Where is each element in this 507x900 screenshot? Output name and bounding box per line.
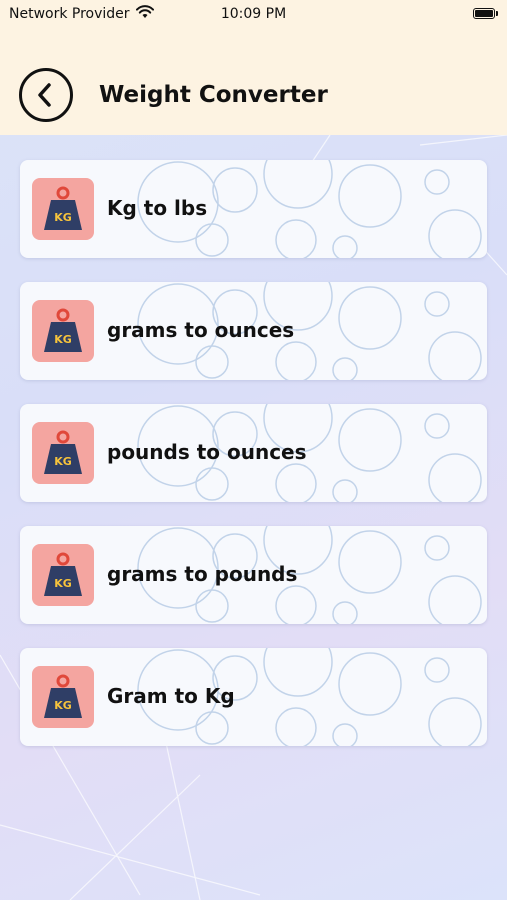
weight-tile: KG: [32, 666, 94, 728]
app-header: Weight Converter: [0, 30, 507, 135]
converter-item-gram-to-kg[interactable]: KG Gram to Kg: [20, 648, 487, 746]
page-title: Weight Converter: [99, 82, 328, 108]
kg-icon-text: KG: [54, 699, 72, 712]
kg-icon-text: KG: [54, 577, 72, 590]
status-time: 10:09 PM: [220, 6, 287, 22]
battery-icon: [473, 8, 495, 19]
kg-icon-text: KG: [54, 211, 72, 224]
converter-item-grams-to-pounds[interactable]: KG grams to pounds: [20, 526, 487, 624]
back-button[interactable]: [19, 68, 73, 122]
kg-icon-text: KG: [54, 333, 72, 346]
converter-item-label: Gram to Kg: [107, 684, 235, 708]
weight-tile: KG: [32, 300, 94, 362]
back-arrow-icon: [38, 83, 51, 107]
kg-weight-icon: KG: [44, 674, 82, 718]
kg-weight-icon: KG: [44, 186, 82, 230]
converter-item-label: grams to ounces: [107, 318, 295, 342]
weight-tile: KG: [32, 422, 94, 484]
converter-item-label: Kg to lbs: [107, 196, 208, 220]
converter-item-pounds-to-ounces[interactable]: KG pounds to ounces: [20, 404, 487, 502]
battery-tip: [496, 11, 498, 16]
status-bar: Network Provider 10:09 PM: [0, 0, 507, 30]
converter-list: KG Kg to lbs KG grams to ounces KG pound…: [20, 160, 487, 770]
weight-tile: KG: [32, 544, 94, 606]
converter-item-label: grams to pounds: [107, 562, 298, 586]
kg-weight-icon: KG: [44, 552, 82, 596]
weight-tile: KG: [32, 178, 94, 240]
kg-weight-icon: KG: [44, 430, 82, 474]
kg-icon-text: KG: [54, 455, 72, 468]
converter-item-kg-to-lbs[interactable]: KG Kg to lbs: [20, 160, 487, 258]
converter-item-label: pounds to ounces: [107, 440, 307, 464]
kg-weight-icon: KG: [44, 308, 82, 352]
converter-item-grams-to-ounces[interactable]: KG grams to ounces: [20, 282, 487, 380]
